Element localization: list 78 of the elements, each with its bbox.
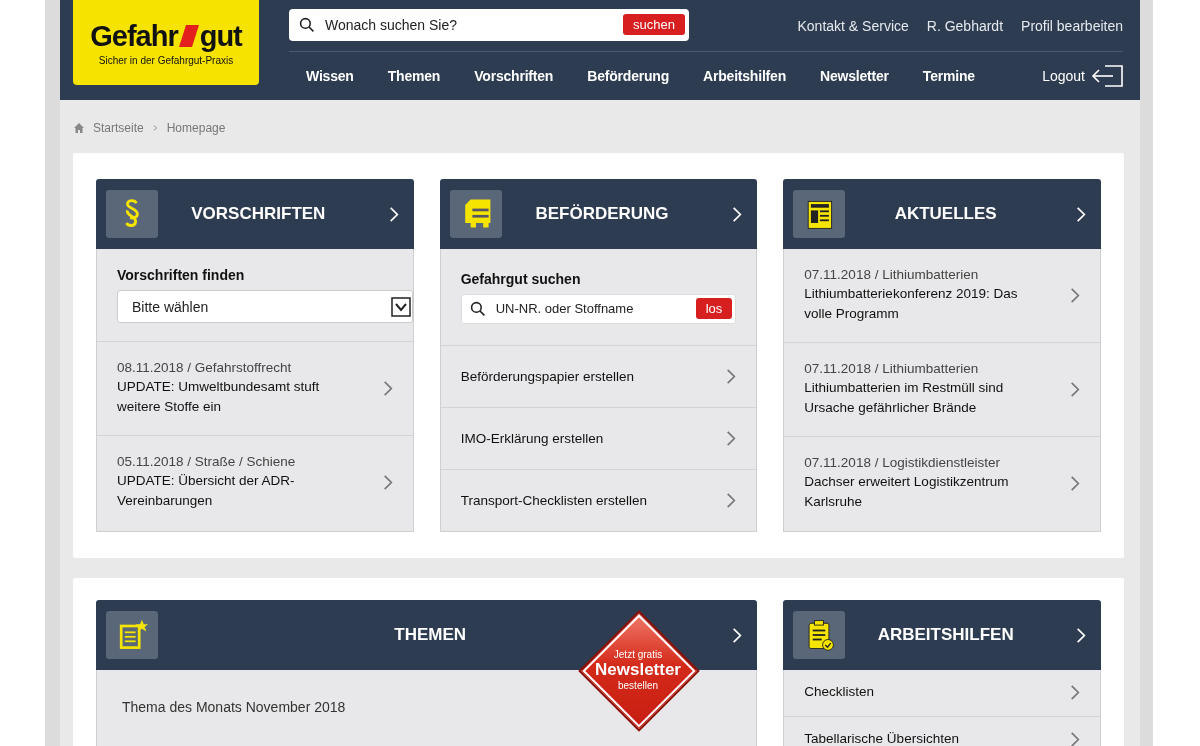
header-link[interactable]: Kontakt & Service bbox=[797, 17, 909, 34]
home-icon[interactable] bbox=[73, 122, 85, 134]
nav-item[interactable]: Vorschriften bbox=[474, 68, 554, 84]
chevron-right-icon bbox=[1070, 684, 1080, 701]
news-title: UPDATE: Übersicht der ADR-Vereinbarungen bbox=[117, 472, 296, 510]
nav-item[interactable]: Wissen bbox=[306, 68, 354, 84]
header-link[interactable]: Profil bearbeiten bbox=[1021, 17, 1123, 34]
nav-item[interactable]: Arbeitshilfen bbox=[703, 68, 786, 84]
field-label: Vorschriften finden bbox=[117, 267, 246, 283]
topic-text: Thema des Monats November 2018 bbox=[122, 699, 346, 715]
card-title: THEMEN bbox=[393, 625, 468, 645]
breadcrumb-link[interactable]: Homepage bbox=[166, 121, 226, 135]
chevron-right-icon bbox=[732, 626, 743, 644]
card-title: VORSCHRIFTEN bbox=[190, 204, 327, 224]
search-button[interactable]: suchen bbox=[623, 14, 685, 35]
chevron-right-icon bbox=[1070, 731, 1080, 746]
chevron-right-icon bbox=[726, 430, 737, 447]
logout-icon bbox=[1091, 65, 1123, 87]
card-header[interactable]: AKTUELLES bbox=[783, 179, 1101, 249]
news-title: Lithiumbatterien im Restmüll sind Ursache gefährlicher Brände bbox=[804, 379, 1005, 417]
chevron-right-icon bbox=[382, 474, 393, 491]
link-text: Tabellarische Übersichten bbox=[804, 731, 959, 746]
news-item[interactable]: 05.11.2018 / Straße / Schiene UPDATE: Übersicht der ADR-Vereinbarungen bbox=[97, 435, 413, 529]
chevron-right-icon bbox=[726, 368, 737, 385]
news-item[interactable]: 07.11.2018 / Lithiumbatterien Lithiumbatteriekonferenz 2019: Das volle Programm bbox=[784, 249, 1100, 342]
chevron-right-icon bbox=[1070, 475, 1080, 492]
news-title: UPDATE: Umweltbundesamt stuft weitere Stoffe ein bbox=[117, 378, 321, 416]
search-button[interactable]: los bbox=[695, 298, 733, 319]
news-item[interactable]: 07.11.2018 / Logistikdienstleister Dachser erweitert Logistikzentrum Karlsruhe bbox=[784, 436, 1100, 530]
list-link[interactable]: Beförderungspapier erstellen bbox=[440, 345, 757, 407]
breadcrumb-link[interactable]: Startseite bbox=[93, 121, 144, 135]
chevron-right-icon bbox=[726, 492, 737, 509]
field-label: Gefahrgut suchen bbox=[460, 270, 582, 287]
news-meta: 07.11.2018 / Lithiumbatterien bbox=[804, 267, 980, 282]
header-link[interactable]: R. Gebhardt bbox=[926, 17, 1004, 34]
news-meta: 05.11.2018 / Straße / Schiene bbox=[117, 454, 297, 469]
chevron-right-icon bbox=[151, 122, 159, 134]
card-title: AKTUELLES bbox=[893, 204, 998, 224]
link-text: Beförderungspapier erstellen bbox=[460, 369, 634, 384]
nav-item[interactable]: Termine bbox=[922, 68, 975, 84]
news-meta: 08.11.2018 / Gefahrstoffrecht bbox=[117, 360, 293, 375]
news-item[interactable]: 08.11.2018 / Gefahrstoffrecht UPDATE: Umweltbundesamt stuft weitere Stoffe ein bbox=[97, 341, 413, 435]
card-title: ARBEITSHILFEN bbox=[876, 625, 1015, 645]
chevron-right-icon bbox=[1070, 287, 1080, 304]
logo[interactable]: Gefahr gut Sicher in der Gefahrgut-Praxis bbox=[73, 0, 259, 85]
card-title: BEFÖRDERUNG bbox=[534, 204, 670, 224]
chevron-right-icon bbox=[1076, 205, 1086, 223]
search-field[interactable]: UN-NR. oder Stoffname los bbox=[460, 293, 737, 324]
slash-icon bbox=[177, 23, 200, 49]
search-icon bbox=[299, 16, 315, 33]
link-text: Transport-Checklisten erstellen bbox=[460, 493, 647, 508]
news-meta: 07.11.2018 / Lithiumbatterien bbox=[804, 361, 980, 376]
list-link[interactable]: Tabellarische Übersichten bbox=[784, 716, 1100, 746]
news-meta: 07.11.2018 / Logistikdienstleister bbox=[804, 455, 1001, 470]
link-text: IMO-Erklärung erstellen bbox=[460, 431, 604, 446]
card-header[interactable]: ARBEITSHILFEN bbox=[783, 600, 1101, 670]
chevron-right-icon bbox=[382, 380, 393, 397]
card-header[interactable]: BEFÖRDERUNG bbox=[439, 179, 758, 249]
select-dropdown[interactable]: Bitte wählen bbox=[117, 290, 413, 323]
link-text: Checklisten bbox=[804, 684, 875, 699]
chevron-right-icon bbox=[1070, 381, 1080, 398]
nav-item[interactable]: Beförderung bbox=[587, 68, 670, 84]
list-link[interactable]: Transport-Checklisten erstellen bbox=[440, 469, 757, 531]
caret-down-icon bbox=[390, 296, 411, 317]
search-field[interactable]: Wonach suchen Sie? suchen bbox=[289, 8, 689, 41]
chevron-right-icon bbox=[388, 205, 399, 223]
list-link[interactable]: IMO-Erklärung erstellen bbox=[440, 407, 757, 469]
logout-link[interactable]: Logout bbox=[1042, 65, 1123, 87]
search-icon bbox=[469, 300, 486, 317]
nav-item[interactable]: Newsletter bbox=[820, 68, 889, 84]
list-link[interactable]: Checklisten bbox=[784, 670, 1100, 716]
news-title: Dachser erweitert Logistikzentrum Karlsruhe bbox=[804, 473, 1010, 511]
nav-item[interactable]: Themen bbox=[387, 68, 441, 84]
card-header[interactable]: VORSCHRIFTEN bbox=[96, 179, 414, 249]
news-title: Lithiumbatteriekonferenz 2019: Das volle Programm bbox=[804, 285, 1019, 323]
news-item[interactable]: 07.11.2018 / Lithiumbatterien Lithiumbatterien im Restmüll sind Ursache gefährlicher Brände bbox=[784, 342, 1100, 436]
chevron-right-icon bbox=[732, 205, 743, 223]
chevron-right-icon bbox=[1076, 626, 1086, 644]
